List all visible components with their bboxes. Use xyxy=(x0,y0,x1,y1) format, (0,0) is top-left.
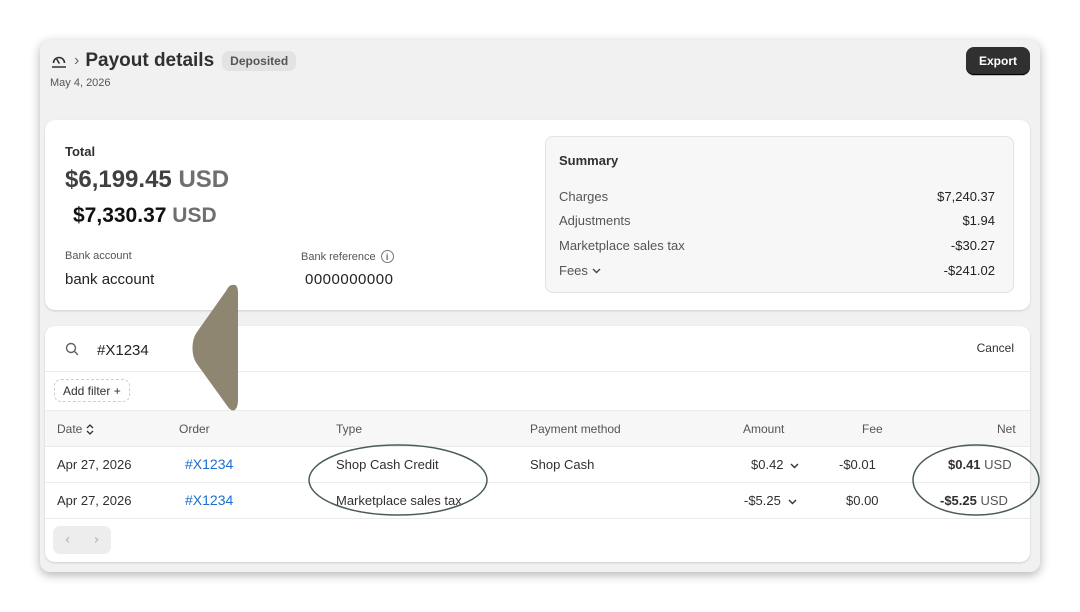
type-highlight-annotation xyxy=(308,444,488,516)
annotation-layer xyxy=(192,284,1040,516)
pointer-annotation xyxy=(192,284,239,411)
net-highlight-annotation xyxy=(912,444,1040,516)
